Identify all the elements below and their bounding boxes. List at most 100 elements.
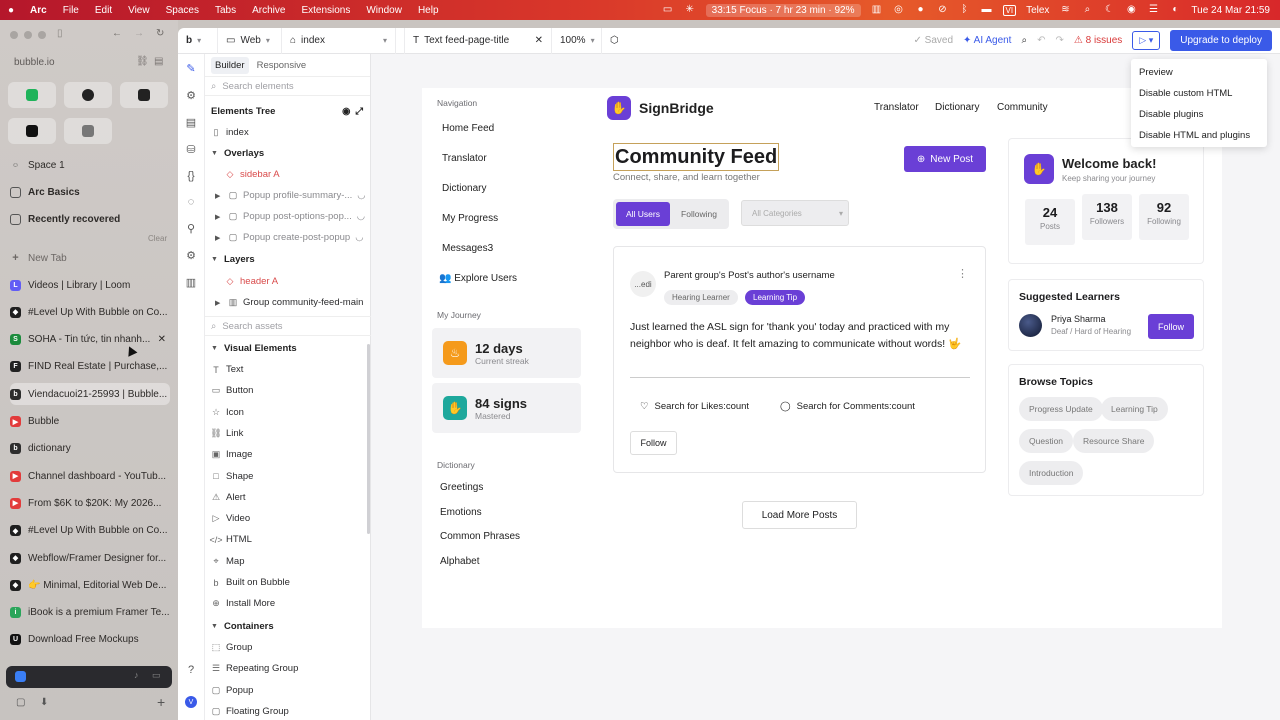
bluetooth-icon[interactable]: ᛒ [959,5,971,15]
new-post-button[interactable]: ⊕ New Post [904,146,986,172]
undo-icon[interactable]: ↶ [1037,35,1045,46]
follow-button[interactable]: Follow [630,431,677,455]
styles-tab-icon[interactable]: {} [187,170,194,182]
workflow-tab-icon[interactable]: ⚙ [186,89,196,102]
pinned-favicon-5[interactable] [64,118,112,144]
visual-element-item[interactable]: ⊕ Install More [205,593,371,614]
siri-icon[interactable]: ◐ [1169,5,1181,15]
pinned-favicon-4[interactable] [8,118,56,144]
container-element-item[interactable]: ▢ Popup [205,680,371,701]
visual-element-item[interactable]: T Text [205,359,371,380]
close-icon[interactable]: ✕ [535,35,543,46]
menu-help[interactable]: Help [410,5,447,16]
avatar[interactable]: V [185,696,197,708]
wheel-icon[interactable]: ◎ [893,5,905,15]
arc-command-bar[interactable]: ♪ ▭ [6,666,172,688]
dropdown-disable-custom-html[interactable]: Disable custom HTML [1139,88,1232,99]
visual-element-item[interactable]: b Built on Bubble [205,572,371,593]
topnav-translator[interactable]: Translator [874,102,919,113]
user-icon[interactable]: ◉ [1125,5,1137,15]
pinned-favicon-1[interactable] [8,82,56,108]
dropdown-disable-html-and-plugins[interactable]: Disable HTML and plugins [1139,130,1250,141]
mic-icon[interactable]: ♪ [134,670,139,680]
menu-app[interactable]: Arc [22,5,55,16]
bubble-menu[interactable]: b ▾ [178,28,218,54]
arc-tab[interactable]: b dictionary [10,438,170,460]
element-select[interactable]: T Text feed-page-title ✕ [404,28,552,54]
menu-spaces[interactable]: Spaces [158,5,207,16]
menu-file[interactable]: File [55,5,87,16]
link-icon[interactable]: ⛓ [136,56,149,67]
tab-responsive[interactable]: Responsive [253,57,311,74]
search-assets-input[interactable]: ⌕ Search assets [205,316,371,336]
topic-progress-update[interactable]: Progress Update [1019,397,1103,421]
menu-window[interactable]: Window [358,5,410,16]
search-elements-input[interactable]: ⌕ Search elements [205,76,370,96]
dict-emotions[interactable]: Emotions [440,507,482,518]
tree-item-header[interactable]: ◇ header A [205,271,371,292]
record-icon[interactable]: ● [915,5,927,15]
nav-my-progress[interactable]: My Progress [442,213,498,224]
close-tab-icon[interactable]: ✕ [158,334,166,345]
topnav-community[interactable]: Community [997,102,1048,113]
brand[interactable]: ✋ SignBridge [607,96,714,120]
platform-select[interactable]: ▭ Web ▾ [218,28,282,54]
keyboard-input-badge[interactable]: VI [1002,4,1017,16]
nav-dictionary[interactable]: Dictionary [442,183,486,194]
space-header[interactable]: ☺ Space 1 [10,154,170,176]
back-icon[interactable]: ← [112,28,122,39]
preview-button[interactable]: ▷ ▾ [1132,31,1161,50]
dict-greetings[interactable]: Greetings [440,482,483,493]
redo-icon[interactable]: ↷ [1055,35,1063,46]
filter-following[interactable]: Following [673,202,725,226]
zoom-select[interactable]: 100% ▾ [552,28,602,54]
chat-icon[interactable]: ◌ [188,196,195,208]
ai-agent-button[interactable]: ✦ AI Agent [963,35,1011,46]
container-element-item[interactable]: ☰ Repeating Group [205,658,371,679]
eye-icon[interactable]: ◉ [342,106,350,117]
control-center-icon[interactable]: ☰ [1147,5,1159,15]
arc-tab[interactable]: ▶ Bubble [10,411,170,433]
clock[interactable]: Tue 24 Mar 21:59 [1191,5,1270,16]
nav-messages[interactable]: Messages3 [442,243,493,254]
extensions-icon[interactable]: ▤ [154,56,163,67]
design-tab-icon[interactable]: ✎ [186,62,195,75]
visual-element-item[interactable]: ▷ Video [205,508,371,529]
telex-label[interactable]: Telex [1026,5,1049,16]
arc-tab[interactable]: i iBook is a premium Framer Te... [10,602,170,624]
stat-following[interactable]: 92 Following [1139,194,1189,240]
help-icon[interactable]: ? [188,664,194,676]
logs-tab-icon[interactable]: ▥ [186,276,196,289]
arc-tab[interactable]: F FIND Real Estate | Purchase,... [10,356,170,378]
visual-element-item[interactable]: ▭ Button [205,380,371,401]
containers-header[interactable]: ▼ Containers [205,616,371,637]
moon-icon[interactable]: ☾ [1103,5,1115,15]
ban-icon[interactable]: ⊘ [937,5,949,15]
arc-tab[interactable]: ◆ #Level Up With Bubble on Co... [10,520,170,542]
comment-button[interactable]: ◯ Search for Comments:count [780,401,915,412]
menu-edit[interactable]: Edit [87,5,120,16]
dropdown-preview[interactable]: Preview [1139,67,1173,78]
dropdown-disable-plugins[interactable]: Disable plugins [1139,109,1203,120]
zoom-window-button[interactable] [38,31,46,39]
wifi-icon[interactable]: ≋ [1059,5,1071,15]
menu-tabs[interactable]: Tabs [207,5,244,16]
minimize-window-button[interactable] [24,31,32,39]
data-tab-icon[interactable]: ▤ [186,116,196,129]
stat-posts[interactable]: 24 Posts [1025,199,1075,245]
pinned-folder-arc-basics[interactable]: Arc Basics [10,181,170,203]
tree-layers[interactable]: ▼ Layers [205,249,371,270]
download-icon[interactable]: ⬇ [40,697,48,708]
topic-introduction[interactable]: Introduction [1019,461,1084,485]
visual-element-item[interactable]: ⌖ Map [205,551,371,572]
menu-view[interactable]: View [120,5,158,16]
arc-tab[interactable]: ▶ Channel dashboard - YouTub... [10,465,170,487]
visual-element-item[interactable]: </> HTML [205,529,371,550]
clear-tabs-button[interactable]: Clear [148,234,167,243]
search-icon[interactable]: ⌕ [1021,35,1027,46]
camera-icon[interactable]: ▭ [152,670,161,681]
container-element-item[interactable]: ▢ Floating Group [205,701,371,720]
stat-followers[interactable]: 138 Followers [1082,194,1132,240]
archive-icon[interactable]: ▢ [16,697,25,708]
settings-tab-icon[interactable]: ⚙ [186,249,196,262]
